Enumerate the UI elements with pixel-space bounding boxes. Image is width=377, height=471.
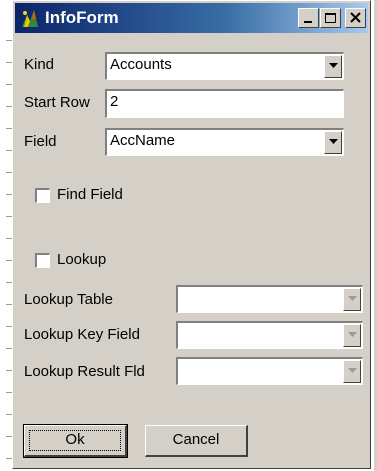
field-label: Field bbox=[24, 133, 57, 150]
start-row-input[interactable]: 2 bbox=[105, 89, 344, 118]
chevron-down-icon bbox=[348, 332, 357, 337]
field-dropdown-button[interactable] bbox=[324, 131, 342, 154]
chevron-down-icon bbox=[329, 63, 338, 68]
kind-select[interactable]: Accounts bbox=[105, 52, 344, 80]
lookup-result-fld-dropdown-button[interactable] bbox=[343, 360, 361, 383]
app-logo-icon bbox=[19, 7, 41, 29]
ok-button[interactable]: Ok bbox=[23, 424, 128, 458]
lookup-checkbox[interactable] bbox=[35, 253, 50, 268]
find-field-label: Find Field bbox=[57, 186, 123, 203]
maximize-button[interactable] bbox=[320, 8, 341, 28]
chevron-down-icon bbox=[348, 296, 357, 301]
chevron-down-icon bbox=[348, 368, 357, 373]
kind-dropdown-button[interactable] bbox=[324, 55, 342, 78]
window-title: InfoForm bbox=[45, 8, 119, 27]
lookup-table-select[interactable] bbox=[176, 285, 363, 313]
title-bar[interactable]: InfoForm bbox=[15, 3, 368, 33]
lookup-label: Lookup bbox=[57, 251, 107, 268]
lookup-table-label: Lookup Table bbox=[24, 291, 113, 308]
lookup-key-field-select[interactable] bbox=[176, 321, 363, 349]
close-icon bbox=[350, 12, 361, 23]
cancel-button-label: Cancel bbox=[172, 431, 220, 448]
field-value: AccName bbox=[110, 132, 176, 149]
kind-value: Accounts bbox=[110, 56, 172, 73]
lookup-table-dropdown-button[interactable] bbox=[343, 288, 361, 311]
start-row-label: Start Row bbox=[24, 94, 90, 111]
minimize-icon bbox=[304, 21, 312, 23]
chevron-down-icon bbox=[329, 139, 338, 144]
minimize-button[interactable] bbox=[298, 8, 319, 28]
field-select[interactable]: AccName bbox=[105, 128, 344, 156]
lookup-key-field-dropdown-button[interactable] bbox=[343, 324, 361, 347]
ok-button-label: Ok bbox=[65, 431, 85, 448]
lookup-result-fld-select[interactable] bbox=[176, 357, 363, 385]
cancel-button[interactable]: Cancel bbox=[145, 425, 248, 457]
find-field-checkbox[interactable] bbox=[35, 188, 50, 203]
lookup-key-field-label: Lookup Key Field bbox=[24, 326, 140, 343]
maximize-icon bbox=[325, 13, 336, 23]
start-row-value: 2 bbox=[110, 93, 119, 110]
lookup-result-fld-label: Lookup Result Fld bbox=[24, 363, 145, 380]
close-button[interactable] bbox=[345, 8, 366, 28]
infoform-window: InfoForm Kind Accounts Start Row 2 Field… bbox=[12, 0, 371, 469]
kind-label: Kind bbox=[24, 56, 55, 73]
